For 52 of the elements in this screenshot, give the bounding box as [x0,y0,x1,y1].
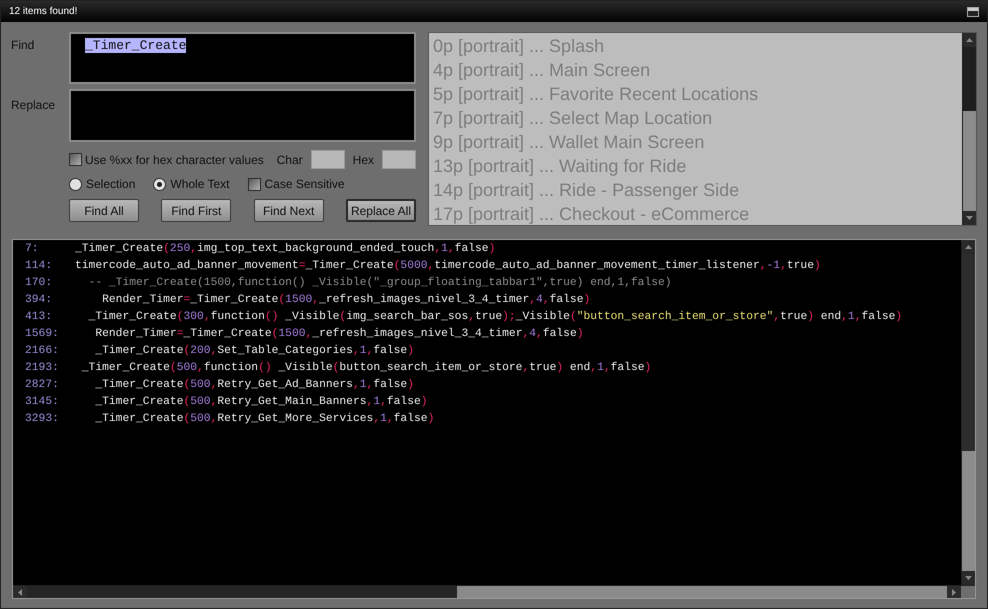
scroll-down-icon[interactable] [962,571,975,585]
line-number: 3145: [24,395,60,410]
scrollbar-corner [961,586,975,598]
char-field[interactable] [310,150,345,169]
line-number: 3293: [24,412,60,427]
action-button[interactable]: Find All [69,199,139,222]
find-field[interactable]: _Timer_Create [69,32,416,84]
action-button[interactable]: Find First [161,199,232,222]
maximize-icon[interactable] [967,6,979,16]
radio-button[interactable] [69,178,82,190]
line-number: 114: [24,259,54,274]
line-number: 413: [24,310,54,325]
code-line[interactable]: _Timer_Create(500,Retry_Get_Main_Banners,1,false) [75,394,428,411]
action-button[interactable]: Replace All [346,199,416,222]
checkbox[interactable] [69,153,82,166]
hex-field[interactable] [382,150,416,169]
scroll-up-icon[interactable] [962,240,975,254]
replace-field[interactable] [69,89,416,142]
radio-label: Selection [86,176,136,193]
hex-option-label: Use %xx for hex character values [85,152,264,168]
radio-button[interactable] [153,178,166,190]
line-number: 2193: [24,361,60,376]
line-number: 2827: [24,378,60,393]
line-number: 394: [24,293,54,308]
code-line[interactable]: _Timer_Create(250,img_top_text_background_ended_touch,1,false) [75,241,496,258]
hex-label: Hex [352,152,374,168]
code-line[interactable]: timercode_auto_ad_banner_movement=_Timer_Create(5000,timercode_auto_ad_banner_movement_timer_listener,-1,true) [75,258,821,275]
line-number: 2166: [24,344,60,359]
code-line[interactable]: _Timer_Create(500,Retry_Get_Ad_Banners,1,false) [75,377,414,394]
scroll-up-icon[interactable] [963,33,976,47]
code-line[interactable]: Render_Timer=_Timer_Create(1500,_refresh_images_nivel_3_4_timer,4,false) [75,326,584,343]
list-scrollbar[interactable] [962,33,976,225]
replace-label: Replace [11,97,56,114]
code-line[interactable]: Render_Timer=_Timer_Create(1500,_refresh_images_nivel_3_4_timer,4,false) [75,292,590,309]
code-line[interactable]: -- _Timer_Create(1500,function() _Visible("_group_floating_tabbar1",true) end,1,false) [75,275,672,292]
find-label: Find [11,37,36,54]
code-line[interactable]: _Timer_Create(200,Set_Table_Categories,1,false) [75,343,414,360]
char-label: Char [276,152,303,168]
horizontal-scrollbar[interactable] [13,585,975,598]
scroll-down-icon[interactable] [963,211,976,225]
line-number: 7: [24,242,40,257]
line-number: 170: [24,276,54,291]
code-line[interactable]: _Timer_Create(500,function() _Visible(button_search_item_or_store,true) end,1,false) [75,360,652,377]
checkbox[interactable] [248,178,261,190]
line-number: 1569: [24,327,60,342]
window-title: 12 items found! [9,5,78,19]
case-sensitive-label: Case Sensitive [264,176,345,193]
radio-label: Whole Text [170,176,230,193]
code-line[interactable]: _Timer_Create(300,function() _Visible(img_search_bar_sos,true);_Visible("button_search_item_or_store",true) end,1,false) [75,309,902,326]
vertical-scrollbar[interactable] [961,240,975,585]
action-button[interactable]: Find Next [254,199,324,222]
code-line[interactable]: _Timer_Create(500,Retry_Get_More_Services,1,false) [75,411,434,428]
